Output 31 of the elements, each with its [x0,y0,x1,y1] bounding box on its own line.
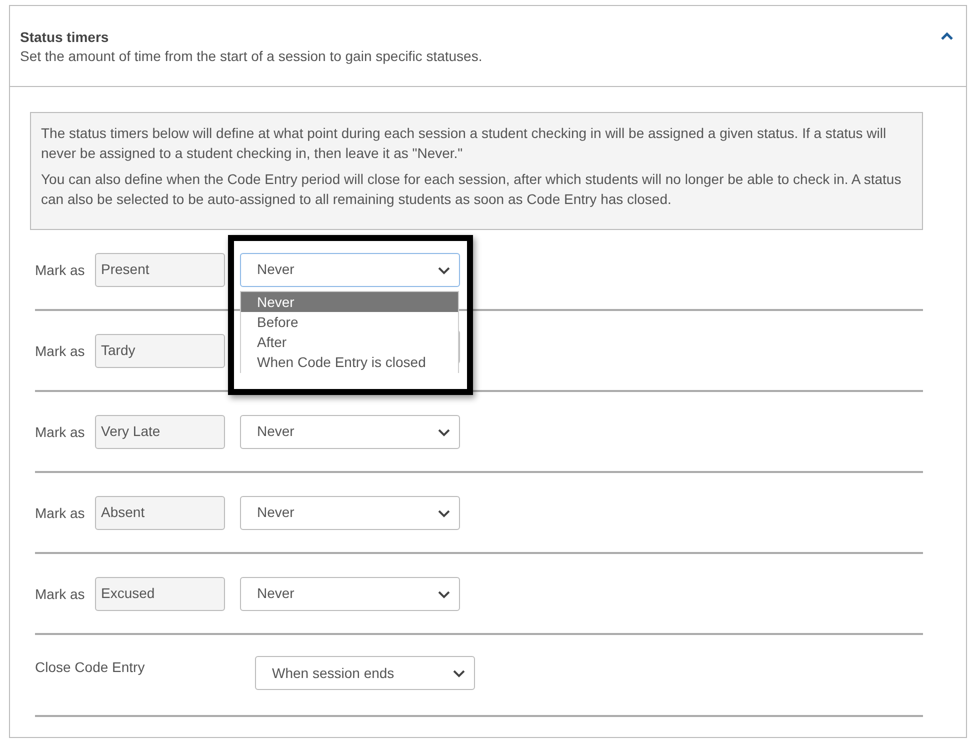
chevron-down-icon [438,510,450,518]
row-label: Close Code Entry [35,658,146,677]
dropdown-option[interactable]: Never [241,292,458,312]
dropdown-option[interactable]: When Code Entry is closed [241,352,458,372]
collapse-button[interactable] [940,30,954,42]
dropdown-select[interactable]: Never [240,252,460,286]
status-field[interactable]: Absent [95,496,225,530]
row-label: Mark as [35,585,86,604]
row-label: Mark as [35,423,86,442]
chevron-down-icon [453,670,465,678]
chevron-down-icon [438,590,450,598]
panel-subtitle: Set the amount of time from the start of a session to gain specific statuses. [20,47,482,66]
chevron-down-icon [438,266,450,274]
dropdown-option[interactable]: After [241,332,458,352]
dropdown-select[interactable]: Never [240,576,460,610]
row-label: Mark as [35,504,86,523]
dropdown-option[interactable]: Before [241,312,458,332]
status-field[interactable]: Present [95,252,225,286]
chevron-down-icon [438,428,450,436]
status-field[interactable]: Very Late [95,414,225,448]
row-label: Mark as [35,342,86,361]
panel-title: Status timers [20,28,110,46]
dropdown-select[interactable]: Never [240,414,460,448]
row-label: Mark as [35,261,86,280]
status-field[interactable]: Tardy [95,334,225,368]
status-field[interactable]: Excused [95,576,225,610]
dropdown-select[interactable]: When session ends [255,656,475,690]
dropdown-select[interactable]: Never [240,496,460,530]
chevron-up-icon [941,32,953,40]
info-paragraph: You can also define when the Code Entry period will close for each session, after which students will no longer be able to check in. A status can also be selected to be auto-assigned to all remaining students as soon as Code Entry has closed. [41,170,902,209]
info-paragraph: The status timers below will define at what point during each session a student checking in will be assigned a given status. If a status will never be assigned to a student checking in, then leave it as "Never." [41,124,888,163]
